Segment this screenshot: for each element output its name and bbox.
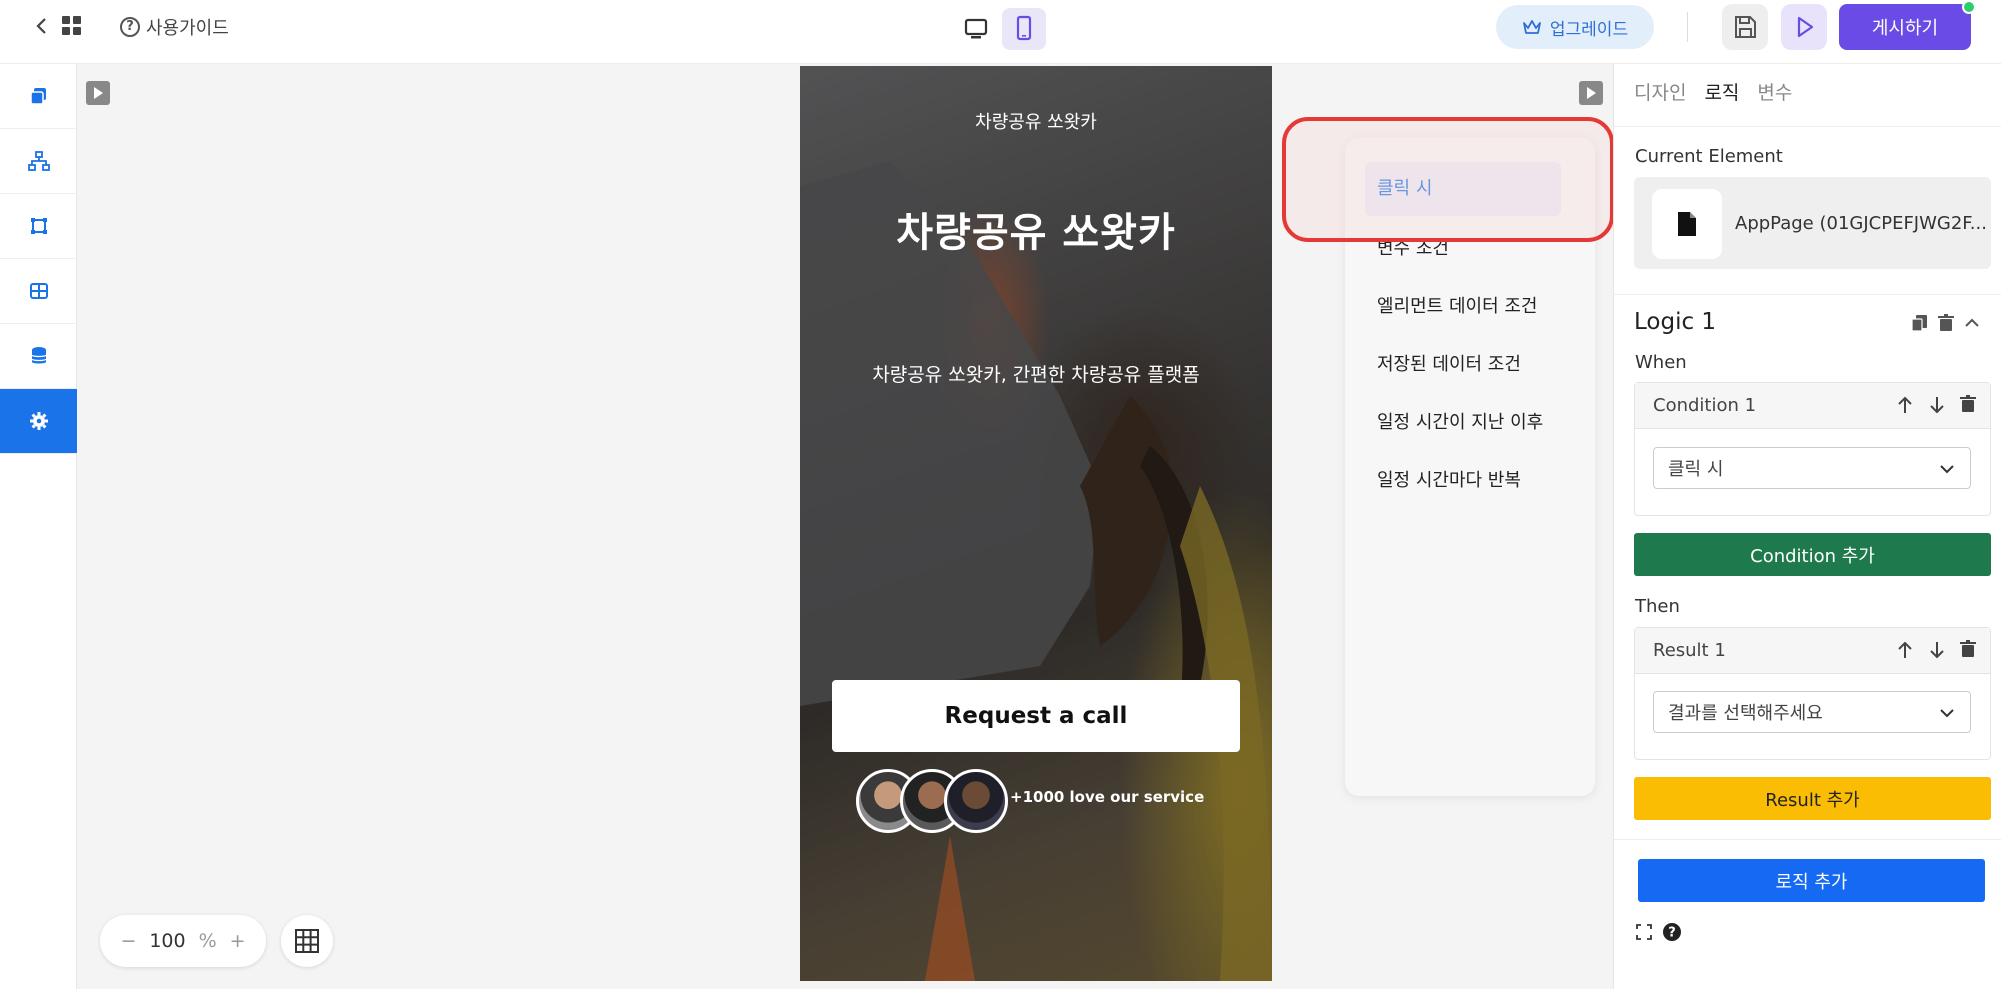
hero-subtitle: 차량공유 쏘왓카, 간편한 차량공유 플랫폼 — [872, 364, 1200, 386]
zoom-control: − 100 % + — [100, 915, 266, 967]
arrow-up-icon[interactable] — [1896, 640, 1914, 660]
arrow-down-icon[interactable] — [1928, 640, 1946, 660]
chevron-up-icon[interactable] — [1963, 314, 1981, 332]
sidebar-settings-button[interactable] — [0, 389, 77, 454]
section-divider — [1614, 839, 2001, 840]
preview-play-button[interactable] — [1781, 4, 1827, 50]
section-divider — [1614, 294, 2001, 295]
crown-icon — [1522, 20, 1541, 34]
condition-option-repeat[interactable]: 일정 시간마다 반복 — [1377, 466, 1521, 492]
current-element-label: Current Element — [1635, 146, 1783, 167]
then-label: Then — [1635, 596, 1680, 617]
canvas-play-right-icon[interactable] — [1579, 81, 1603, 105]
condition-select[interactable]: 클릭 시 — [1653, 447, 1971, 489]
add-result-button[interactable]: Result 추가 — [1634, 777, 1991, 820]
canvas-play-left-icon[interactable] — [86, 81, 110, 105]
zoom-value: 100 — [149, 930, 186, 952]
tab-design[interactable]: 디자인 — [1634, 78, 1686, 105]
fullscreen-icon[interactable] — [1636, 924, 1652, 940]
table-icon — [29, 283, 48, 299]
top-toolbar: ? 사용가이드 업그레이드 게시하기 — [0, 0, 2001, 64]
condition-card: Condition 1 클릭 시 — [1634, 382, 1991, 516]
logic-actions — [1911, 314, 1981, 332]
trash-icon[interactable] — [1960, 640, 1976, 658]
svg-text:?: ? — [1668, 926, 1676, 941]
result-card: Result 1 결과를 선택해주세요 — [1634, 627, 1991, 760]
add-logic-button[interactable]: 로직 추가 — [1638, 859, 1985, 902]
publish-button[interactable]: 게시하기 — [1839, 4, 1971, 50]
highlight-annotation-ring — [1282, 117, 1614, 242]
grid-icon — [295, 929, 319, 953]
add-condition-button[interactable]: Condition 추가 — [1634, 533, 1991, 576]
panel-tabs: 디자인 로직 변수 — [1634, 78, 1792, 105]
left-sidebar — [0, 64, 77, 989]
condition-option-element-data[interactable]: 엘리먼트 데이터 조건 — [1377, 292, 1537, 318]
upgrade-label: 업그레이드 — [1549, 19, 1629, 40]
zoom-out-button[interactable]: − — [120, 930, 136, 952]
user-guide-label: 사용가이드 — [146, 18, 229, 39]
apps-grid-icon[interactable] — [62, 16, 84, 38]
desktop-view-button[interactable] — [954, 8, 998, 50]
arrow-down-icon[interactable] — [1928, 395, 1946, 415]
condition-select-value: 클릭 시 — [1668, 459, 1724, 480]
condition-option-after-time[interactable]: 일정 시간이 지난 이후 — [1377, 408, 1543, 434]
zoom-unit: % — [198, 930, 217, 952]
result-title: Result 1 — [1653, 640, 1726, 661]
document-icon — [1652, 189, 1722, 259]
logic-panel: 디자인 로직 변수 Current Element AppPage (01GJC… — [1613, 64, 2001, 989]
sidebar-sitemap-button[interactable] — [0, 129, 77, 194]
zoom-in-button[interactable]: + — [230, 930, 246, 952]
database-icon — [30, 347, 47, 364]
condition-title: Condition 1 — [1653, 395, 1757, 416]
sidebar-database-button[interactable] — [0, 324, 77, 389]
sitemap-icon — [27, 151, 50, 171]
frame-icon — [30, 218, 47, 234]
sidebar-frame-button[interactable] — [0, 194, 77, 259]
copy-pages-icon — [29, 88, 46, 105]
trash-icon[interactable] — [1937, 314, 1955, 332]
sidebar-table-button[interactable] — [0, 259, 77, 324]
condition-option-stored-data[interactable]: 저장된 데이터 조건 — [1377, 350, 1521, 376]
toolbar-divider — [1687, 12, 1688, 42]
avatar — [944, 769, 1008, 833]
copy-icon[interactable] — [1911, 314, 1929, 332]
online-status-dot — [1962, 0, 1976, 14]
chevron-down-icon — [1940, 465, 1954, 474]
request-call-button[interactable]: Request a call — [832, 680, 1240, 752]
panel-footer: ? — [1636, 922, 1682, 942]
logic-title: Logic 1 — [1634, 309, 1717, 335]
play-icon — [1797, 16, 1814, 38]
current-element-card[interactable]: AppPage (01GJCPEFJWG2F... — [1634, 177, 1991, 269]
current-element-value: AppPage (01GJCPEFJWG2F... — [1735, 213, 1987, 234]
back-chevron-icon[interactable] — [30, 14, 54, 38]
save-button[interactable] — [1722, 4, 1768, 50]
hero-small-title: 차량공유 쏘왓카 — [975, 112, 1097, 133]
social-proof-text: +1000 love our service — [1010, 788, 1205, 806]
sidebar-pages-button[interactable] — [0, 64, 77, 129]
tab-logic[interactable]: 로직 — [1704, 78, 1739, 105]
save-icon — [1735, 16, 1756, 38]
mobile-view-button[interactable] — [1002, 8, 1046, 50]
user-guide-link[interactable]: ? 사용가이드 — [120, 14, 229, 40]
customer-avatars — [856, 769, 1008, 833]
arrow-up-icon[interactable] — [1896, 395, 1914, 415]
help-circle-icon: ? — [120, 17, 140, 37]
result-select-value: 결과를 선택해주세요 — [1668, 703, 1823, 724]
upgrade-button[interactable]: 업그레이드 — [1496, 5, 1654, 49]
hero-title: 차량공유 쏘왓카 — [896, 210, 1176, 256]
trash-icon[interactable] — [1960, 395, 1976, 413]
tabs-divider — [1614, 126, 2001, 127]
grid-toggle-button[interactable] — [281, 915, 333, 967]
result-select[interactable]: 결과를 선택해주세요 — [1653, 691, 1971, 733]
chevron-down-icon — [1940, 709, 1954, 718]
gear-icon — [29, 412, 48, 430]
tab-variables[interactable]: 변수 — [1757, 78, 1792, 105]
when-label: When — [1635, 352, 1687, 373]
mobile-preview-frame[interactable]: 차량공유 쏘왓카 차량공유 쏘왓카 차량공유 쏘왓카, 간편한 차량공유 플랫폼… — [800, 66, 1272, 981]
help-icon[interactable]: ? — [1662, 922, 1682, 942]
